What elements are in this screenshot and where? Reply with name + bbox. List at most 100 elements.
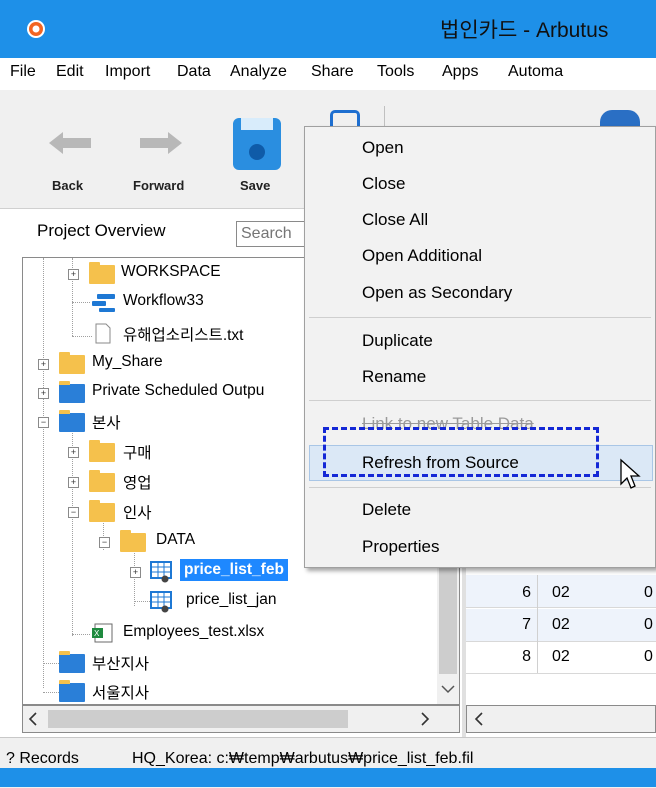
tree-guide-line [72, 336, 92, 337]
back-arrow-icon [49, 132, 91, 154]
table-cell[interactable]: 0 [644, 641, 653, 673]
tree-label: 본사 [92, 415, 121, 432]
collapse-icon[interactable]: − [68, 507, 79, 518]
tree-item-employees-xlsx[interactable]: X Employees_test.xlsx [23, 620, 453, 646]
table-cell[interactable]: 02 [552, 577, 570, 609]
cloud-folder-icon [59, 410, 85, 432]
grid-horizontal-scrollbar[interactable] [466, 705, 656, 733]
table-grid: 6 02 0 7 02 0 8 02 0 [466, 575, 656, 705]
menu-separator [309, 317, 651, 318]
window-title: 법인카드 - Arbutus [440, 19, 609, 42]
tree-label: price_list_feb [180, 559, 288, 581]
back-button[interactable] [40, 108, 100, 174]
menu-item-label: Open [362, 138, 404, 157]
collapse-icon[interactable]: − [99, 537, 110, 548]
tree-label: Workflow33 [123, 292, 204, 309]
tree-guide-line [72, 302, 90, 303]
menu-apps[interactable]: Apps [442, 63, 478, 81]
tree-label: Private Scheduled Outpu [92, 382, 265, 399]
cloud-folder-icon [59, 381, 85, 403]
menu-rename[interactable]: Rename [305, 360, 655, 394]
tree-label: 부산지사 [92, 656, 150, 673]
menu-open-as-secondary[interactable]: Open as Secondary [305, 276, 655, 310]
menu-separator [309, 400, 651, 401]
save-disk-icon [233, 118, 281, 170]
menu-open-additional[interactable]: Open Additional [305, 239, 655, 273]
menu-automation[interactable]: Automa [508, 63, 563, 81]
menu-open[interactable]: Open [305, 131, 655, 165]
menu-separator [309, 487, 651, 488]
tree-guide-line [134, 601, 150, 602]
forward-arrow-icon [140, 132, 182, 154]
expand-icon[interactable]: + [130, 567, 141, 578]
scroll-down-icon[interactable] [441, 684, 455, 694]
tree-label: price_list_jan [186, 591, 277, 608]
table-cell[interactable]: 0 [644, 609, 653, 641]
tree-label: My_Share [92, 353, 163, 370]
table-row[interactable]: 7 02 0 [466, 609, 656, 642]
app-logo-icon [27, 20, 45, 38]
menu-import[interactable]: Import [105, 63, 150, 81]
table-cell[interactable]: 02 [552, 641, 570, 673]
scroll-left-icon[interactable] [474, 712, 484, 726]
tree-label: 인사 [123, 505, 152, 522]
expand-icon[interactable]: + [68, 447, 79, 458]
menu-data[interactable]: Data [177, 63, 211, 81]
expand-icon[interactable]: + [68, 477, 79, 488]
tree-horizontal-scroll-thumb[interactable] [48, 710, 348, 728]
context-menu: Open Close Close All Open Additional Ope… [304, 126, 656, 568]
tree-item-busan[interactable]: 부산지사 [23, 649, 453, 675]
menu-item-label: Properties [362, 537, 440, 556]
scroll-left-icon[interactable] [28, 712, 38, 726]
records-count: ? Records [6, 750, 79, 767]
folder-icon [89, 470, 115, 492]
menu-file[interactable]: File [10, 63, 36, 81]
menu-item-label: Open as Secondary [362, 283, 513, 302]
tree-label: DATA [156, 531, 196, 548]
tree-label: Employees_test.xlsx [123, 623, 265, 640]
menu-properties[interactable]: Properties [305, 530, 655, 564]
menu-item-label: Rename [362, 367, 427, 386]
cloud-folder-icon [59, 680, 85, 702]
cloud-folder-icon [59, 651, 85, 673]
menu-item-label: Close All [362, 210, 429, 229]
tree-guide-line [72, 634, 90, 635]
table-cell[interactable]: 0 [644, 577, 653, 609]
folder-icon [89, 440, 115, 462]
expand-icon[interactable]: + [68, 269, 79, 280]
project-overview-title: Project Overview [37, 221, 166, 240]
menu-tools[interactable]: Tools [377, 63, 414, 81]
svg-text:X: X [94, 629, 100, 638]
tree-label: 구매 [123, 445, 152, 462]
shared-folder-icon [59, 352, 85, 374]
tree-item-seoul[interactable]: 서울지사 [23, 678, 453, 704]
expand-icon[interactable]: + [38, 359, 49, 370]
menu-edit[interactable]: Edit [56, 63, 84, 81]
forward-button[interactable] [124, 108, 194, 174]
table-row[interactable]: 6 02 0 [466, 577, 656, 610]
menu-bar: File Edit Import Data Analyze Share Tool… [0, 58, 656, 91]
save-button[interactable] [228, 108, 286, 174]
save-label: Save [240, 178, 271, 193]
tree-item-price-list-jan[interactable]: price_list_jan [23, 588, 453, 614]
menu-analyze[interactable]: Analyze [230, 63, 287, 81]
menu-item-label: Duplicate [362, 331, 433, 350]
table-row[interactable]: 8 02 0 [466, 641, 656, 674]
menu-delete[interactable]: Delete [305, 493, 655, 527]
menu-duplicate[interactable]: Duplicate [305, 324, 655, 358]
menu-share[interactable]: Share [311, 63, 354, 81]
menu-item-label: Open Additional [362, 246, 483, 265]
menu-item-label: Close [362, 174, 406, 193]
tree-guide-line [43, 663, 59, 664]
text-file-icon [95, 323, 111, 344]
menu-close[interactable]: Close [305, 167, 655, 201]
tree-label: 서울지사 [92, 685, 150, 702]
tree-guide-line [43, 692, 59, 693]
table-cell[interactable]: 02 [552, 609, 570, 641]
expand-icon[interactable]: + [38, 388, 49, 399]
folder-icon [89, 500, 115, 522]
scroll-right-icon[interactable] [420, 712, 430, 726]
collapse-icon[interactable]: − [38, 417, 49, 428]
row-number: 8 [466, 641, 538, 673]
menu-close-all[interactable]: Close All [305, 203, 655, 237]
